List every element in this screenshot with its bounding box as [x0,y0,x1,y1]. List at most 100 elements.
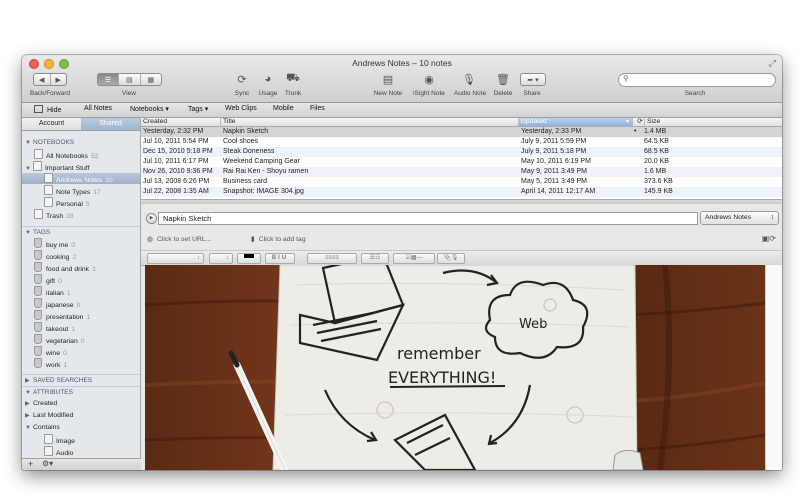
sidebar-item-andrews-notes[interactable]: Andrews Notes 10 [22,173,140,184]
sync-icon[interactable]: ⟳ [235,73,249,86]
sidebar-attr-last-modified[interactable]: ▶ Last Modified [22,410,140,421]
sidebar-tag-buy-me[interactable]: buy me 0 [22,238,140,249]
snippet-view-icon[interactable]: ▤ [119,74,141,85]
table-row[interactable]: Jul 10, 2011 6:17 PM Weekend Camping Gear… [141,157,782,167]
notebooks-header[interactable]: ▼ NOTEBOOKS [22,137,140,148]
attach-record-buttons[interactable]: 📎🎙 [437,253,465,264]
sidebar-tag-presentation[interactable]: presentation 1 [22,310,140,321]
image-icon [44,434,53,444]
chevron-down-icon: ▾ [165,106,169,113]
thumbnail-view-icon[interactable]: ▦ [141,74,161,85]
sidebar-tabs: Account Shared [22,118,140,131]
column-size[interactable]: Size [644,118,782,126]
updown-chevron-icon: ↕ [770,214,774,221]
sidebar-tag-wine[interactable]: wine 0 [22,346,140,357]
gear-icon[interactable]: ⚙▾ [42,459,53,468]
attributes-header[interactable]: ▼ ATTRIBUTES [22,386,140,398]
forward-icon[interactable]: ▶ [51,74,67,85]
sidebar-tag-work[interactable]: work 1 [22,358,140,369]
fullscreen-icon[interactable]: ⤢ [769,58,776,69]
tag-field[interactable]: ▮ Click to add tag [251,235,306,243]
note-list-header: Created Title Updated ▼ ⟳ Size [141,118,782,127]
trunk-icon[interactable]: ⛟ [286,72,300,85]
play-icon[interactable]: ▶ [146,213,157,224]
column-updated[interactable]: Updated ▼ [518,118,633,126]
window-title: Andrews Notes – 10 notes [352,58,452,68]
saved-searches-header[interactable]: ▶ SAVED SEARCHES [22,374,140,386]
sidebar-tag-takeout[interactable]: takeout 1 [22,322,140,333]
alignment-buttons[interactable]: ≡≡≡≡ [307,253,357,264]
trash-icon[interactable]: 🗑 [496,73,510,86]
sidebar-item-all-notebooks[interactable]: All Notebooks 52 [22,149,140,160]
tags-label: Tags [188,106,203,113]
usage-icon[interactable]: ◕ [261,73,275,85]
tag-icon [34,346,42,356]
tag-icon [34,250,42,260]
sidebar-attr-created[interactable]: ▶ Created [22,398,140,409]
sidebar-item-trash[interactable]: Trash 28 [22,209,140,220]
sidebar-attr-image[interactable]: Image [22,434,140,445]
disclosure-triangle-icon: ▼ [25,425,31,431]
new-note-icon[interactable]: ▤ [381,73,395,86]
notebook-icon [44,173,53,183]
back-icon[interactable]: ◀ [34,74,51,85]
microphone-icon[interactable]: 🎙 [462,73,476,86]
tag-icon [34,286,42,296]
editor-scrollbar[interactable] [765,265,782,470]
web-clips-button[interactable]: Web Clips [225,105,257,112]
add-icon[interactable]: + [28,459,33,469]
table-row[interactable]: Jul 10, 2011 5:54 PM Cool shoes July 9, 20… [141,137,782,147]
tab-shared[interactable]: Shared [81,118,140,130]
font-size-select[interactable]: ↕ [209,253,233,264]
sidebar-tag-italian[interactable]: italian 1 [22,286,140,297]
napkin-text-web: Web [519,317,547,332]
tags-header[interactable]: ▼ TAGS [22,226,140,238]
note-title-field[interactable]: Napkin Sketch [158,212,698,225]
sidebar-tag-food-and-drink[interactable]: food and drink 1 [22,262,140,273]
font-select[interactable]: ↕ [147,253,204,264]
tags-menu[interactable]: Tags ▾ [188,105,208,113]
sidebar-tag-cooking[interactable]: cooking 2 [22,250,140,261]
table-row[interactable]: Nov 26, 2010 9:36 PM Rai Rai Ken - Shoyu … [141,167,782,177]
sidebar-item-note-types[interactable]: Note Types 17 [22,185,140,196]
color-swatch-icon [244,254,254,258]
column-updated-label: Updated [521,118,547,125]
table-row[interactable]: Jul 13, 2008 6:26 PM Business card May 5, … [141,177,782,187]
tag-icon [34,322,42,332]
sidebar-item-important-stuff[interactable]: ▼ Important Stuff [22,161,140,172]
table-row[interactable]: Jul 22, 2008 1:35 AM Snapshot: IMAGE 304.… [141,187,782,197]
notebooks-menu[interactable]: Notebooks ▾ [130,105,169,113]
note-info-icons[interactable]: ▣⟳ [762,234,776,243]
bold-italic-underline-buttons[interactable]: BIU [265,253,295,264]
isight-icon[interactable]: ◉ [422,73,436,86]
hide-button[interactable]: Hide [34,105,61,114]
sidebar-attr-contains[interactable]: ▼ Contains [22,422,140,433]
list-view-icon[interactable]: ☰ [98,74,120,85]
share-label: Share [523,90,541,97]
sidebar-tag-vegetarian[interactable]: vegetarian 0 [22,334,140,345]
sidebar-item-personal[interactable]: Personal 5 [22,197,140,208]
notebook-select-label: Andrews Notes [705,214,752,221]
search-input[interactable]: ⚲ [618,73,776,87]
napkin-text-everything: EVERYTHING! [388,368,496,387]
column-title[interactable]: Title [220,118,519,126]
table-row[interactable]: Yesterday, 2:32 PM Napkin Sketch Yesterday… [141,127,782,137]
url-field[interactable]: ◍ Click to set URL... [147,235,211,243]
list-buttons[interactable]: ☰☷ [361,253,389,264]
column-created[interactable]: Created [141,118,220,126]
table-row[interactable]: Dec 15, 2010 5:18 PM Steak Doneness July 9… [141,147,782,157]
text-color-picker[interactable] [237,253,261,264]
sidebar-attr-audio[interactable]: Audio [22,446,140,457]
app-window: Andrews Notes – 10 notes ⤢ ◀ ▶ Back/Forw… [22,55,782,470]
share-button[interactable]: ➦ ▾ [520,73,546,86]
sidebar-tag-gift[interactable]: gift 0 [22,274,140,285]
unsynced-dot-icon: • [634,128,637,135]
sidebar-tag-japanese[interactable]: japanese 0 [22,298,140,309]
tab-account[interactable]: Account [22,118,81,130]
files-button[interactable]: Files [310,105,325,112]
chevron-down-icon: ▾ [204,106,209,113]
notebook-select[interactable]: Andrews Notes ↕ [700,211,779,225]
insert-buttons[interactable]: ☑▦— [393,253,435,264]
mobile-button[interactable]: Mobile [273,105,294,112]
all-notes-button[interactable]: All Notes [84,105,112,112]
